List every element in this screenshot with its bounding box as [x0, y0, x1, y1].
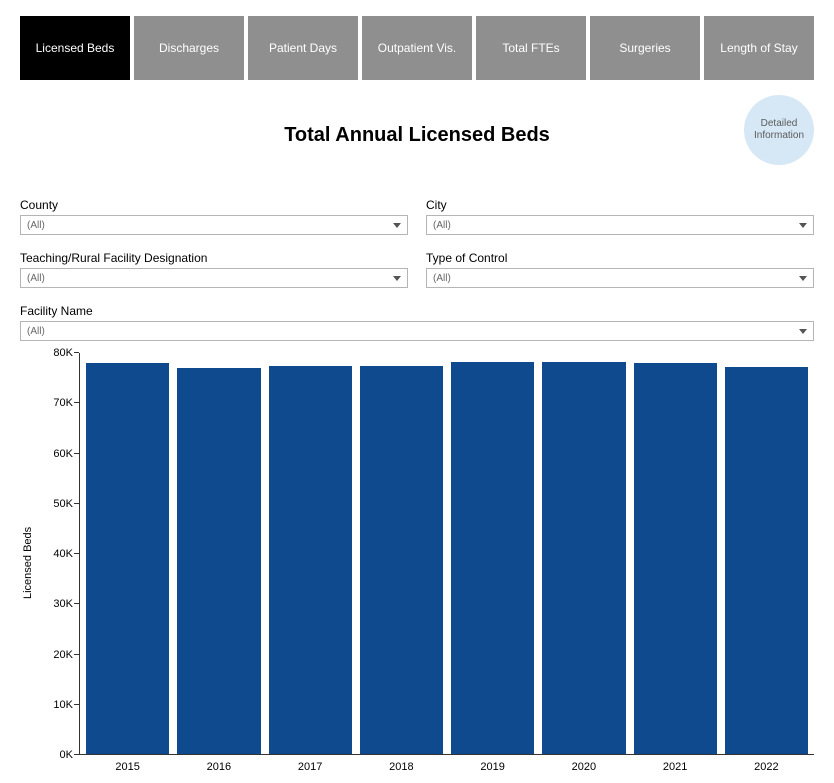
- city-select-value: (All): [433, 220, 451, 231]
- y-tick-label: 0K: [60, 749, 73, 761]
- tab-length-of-stay[interactable]: Length of Stay: [704, 16, 814, 80]
- y-tick-label: 30K: [53, 598, 73, 610]
- x-tick-label: 2016: [177, 761, 260, 773]
- plot-area: [80, 353, 814, 755]
- x-tick-label: 2017: [269, 761, 352, 773]
- bar[interactable]: [269, 366, 352, 754]
- city-select[interactable]: (All): [426, 215, 814, 235]
- x-tick-label: 2020: [542, 761, 625, 773]
- y-tick-label: 80K: [53, 347, 73, 359]
- tab-total-ftes[interactable]: Total FTEs: [476, 16, 586, 80]
- y-tick-label: 20K: [53, 649, 73, 661]
- chevron-down-icon: [799, 223, 807, 228]
- x-axis: 2015 2016 2017 2018 2019 2020 2021 2022: [80, 755, 814, 773]
- y-axis-label: Licensed Beds: [20, 353, 36, 773]
- y-tick-label: 70K: [53, 397, 73, 409]
- filter-label-teaching: Teaching/Rural Facility Designation: [20, 251, 408, 265]
- x-tick-label: 2021: [634, 761, 717, 773]
- bar[interactable]: [634, 363, 717, 754]
- x-tick-label: 2022: [725, 761, 808, 773]
- chevron-down-icon: [393, 276, 401, 281]
- bar[interactable]: [177, 368, 260, 754]
- chevron-down-icon: [799, 329, 807, 334]
- chart-inner: 0K10K20K30K40K50K60K70K80K 2015201620172…: [36, 353, 814, 773]
- facility-select-value: (All): [27, 326, 45, 337]
- control-select[interactable]: (All): [426, 268, 814, 288]
- bar[interactable]: [360, 366, 443, 754]
- filter-control: Type of Control (All): [426, 251, 814, 288]
- tabs-container: Licensed BedsDischargesPatient DaysOutpa…: [20, 16, 814, 80]
- chevron-down-icon: [799, 276, 807, 281]
- filter-teaching: Teaching/Rural Facility Designation (All…: [20, 251, 408, 288]
- chart: Licensed Beds 0K10K20K30K40K50K60K70K80K…: [20, 353, 814, 773]
- x-tick-label: 2019: [451, 761, 534, 773]
- y-tick-label: 10K: [53, 699, 73, 711]
- filter-city: City (All): [426, 198, 814, 235]
- tab-outpatient-vis-[interactable]: Outpatient Vis.: [362, 16, 472, 80]
- detailed-information-button[interactable]: Detailed Information: [744, 95, 814, 165]
- chevron-down-icon: [393, 223, 401, 228]
- bar[interactable]: [725, 367, 808, 754]
- y-tick-label: 60K: [53, 448, 73, 460]
- bar-slot: [542, 353, 625, 754]
- tab-patient-days[interactable]: Patient Days: [248, 16, 358, 80]
- bar-slot: [360, 353, 443, 754]
- filter-label-control: Type of Control: [426, 251, 814, 265]
- y-tick-label: 50K: [53, 498, 73, 510]
- filter-facility: Facility Name (All): [20, 304, 814, 341]
- bar[interactable]: [451, 362, 534, 754]
- title-row: Total Annual Licensed Beds Detailed Info…: [20, 100, 814, 170]
- county-select-value: (All): [27, 220, 45, 231]
- tab-surgeries[interactable]: Surgeries: [590, 16, 700, 80]
- county-select[interactable]: (All): [20, 215, 408, 235]
- filters: County (All) City (All) Teaching/Rural F…: [20, 198, 814, 341]
- bar-slot: [634, 353, 717, 754]
- bar-slot: [269, 353, 352, 754]
- filter-label-facility: Facility Name: [20, 304, 814, 318]
- x-tick-label: 2015: [86, 761, 169, 773]
- page-title: Total Annual Licensed Beds: [284, 124, 550, 147]
- bar-slot: [451, 353, 534, 754]
- bar-slot: [725, 353, 808, 754]
- plot-row: 0K10K20K30K40K50K60K70K80K: [36, 353, 814, 755]
- y-tick-label: 40K: [53, 548, 73, 560]
- control-select-value: (All): [433, 273, 451, 284]
- tab-licensed-beds[interactable]: Licensed Beds: [20, 16, 130, 80]
- bar[interactable]: [86, 363, 169, 754]
- facility-select[interactable]: (All): [20, 321, 814, 341]
- x-tick-label: 2018: [360, 761, 443, 773]
- y-axis: 0K10K20K30K40K50K60K70K80K: [36, 353, 80, 755]
- teaching-select-value: (All): [27, 273, 45, 284]
- filter-label-city: City: [426, 198, 814, 212]
- filter-label-county: County: [20, 198, 408, 212]
- bar-slot: [177, 353, 260, 754]
- bar-slot: [86, 353, 169, 754]
- bar[interactable]: [542, 362, 625, 754]
- filter-county: County (All): [20, 198, 408, 235]
- teaching-select[interactable]: (All): [20, 268, 408, 288]
- tab-discharges[interactable]: Discharges: [134, 16, 244, 80]
